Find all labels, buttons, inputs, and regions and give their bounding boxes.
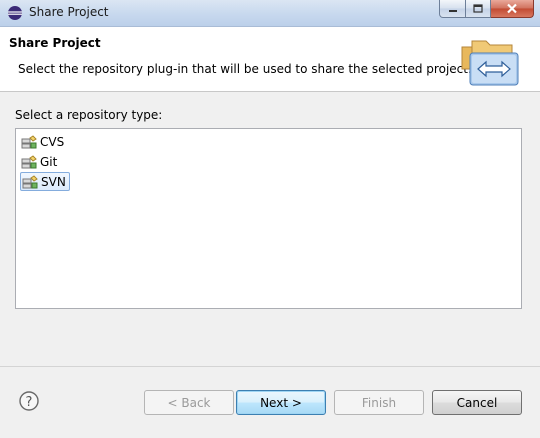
list-item-git[interactable]: Git bbox=[20, 152, 60, 171]
back-button[interactable]: < Back bbox=[144, 390, 234, 415]
maximize-button[interactable] bbox=[466, 0, 491, 18]
repository-type-label: Select a repository type: bbox=[15, 108, 163, 122]
repository-icon bbox=[21, 154, 37, 168]
finish-button[interactable]: Finish bbox=[334, 390, 424, 415]
minimize-button[interactable] bbox=[439, 0, 466, 18]
next-button[interactable]: Next > bbox=[236, 390, 326, 415]
svg-text:?: ? bbox=[26, 395, 33, 410]
button-bar-separator bbox=[0, 366, 540, 367]
help-icon[interactable]: ? bbox=[19, 391, 39, 411]
repository-type-list[interactable]: CVS Git SVN bbox=[15, 128, 522, 309]
repository-icon bbox=[22, 174, 38, 188]
eclipse-icon bbox=[8, 6, 22, 20]
close-icon bbox=[507, 3, 517, 14]
list-item-svn[interactable]: SVN bbox=[20, 172, 70, 191]
wizard-content: Select a repository type: CVS Git SVN bbox=[0, 92, 540, 366]
window-title: Share Project bbox=[29, 5, 109, 19]
minimize-icon bbox=[448, 9, 457, 12]
list-item-label: CVS bbox=[40, 134, 65, 149]
repository-icon bbox=[21, 134, 37, 148]
page-title: Share Project bbox=[9, 36, 101, 50]
share-project-wizard-icon bbox=[461, 40, 519, 86]
wizard-header: Share Project Select the repository plug… bbox=[0, 27, 540, 92]
maximize-icon bbox=[473, 4, 483, 13]
list-item-label: SVN bbox=[41, 174, 66, 189]
close-button[interactable] bbox=[491, 0, 534, 18]
list-item-label: Git bbox=[40, 154, 58, 169]
title-bar[interactable]: Share Project bbox=[0, 0, 540, 27]
cancel-button[interactable]: Cancel bbox=[432, 390, 522, 415]
page-description: Select the repository plug-in that will … bbox=[18, 62, 472, 76]
list-item-cvs[interactable]: CVS bbox=[20, 132, 67, 151]
